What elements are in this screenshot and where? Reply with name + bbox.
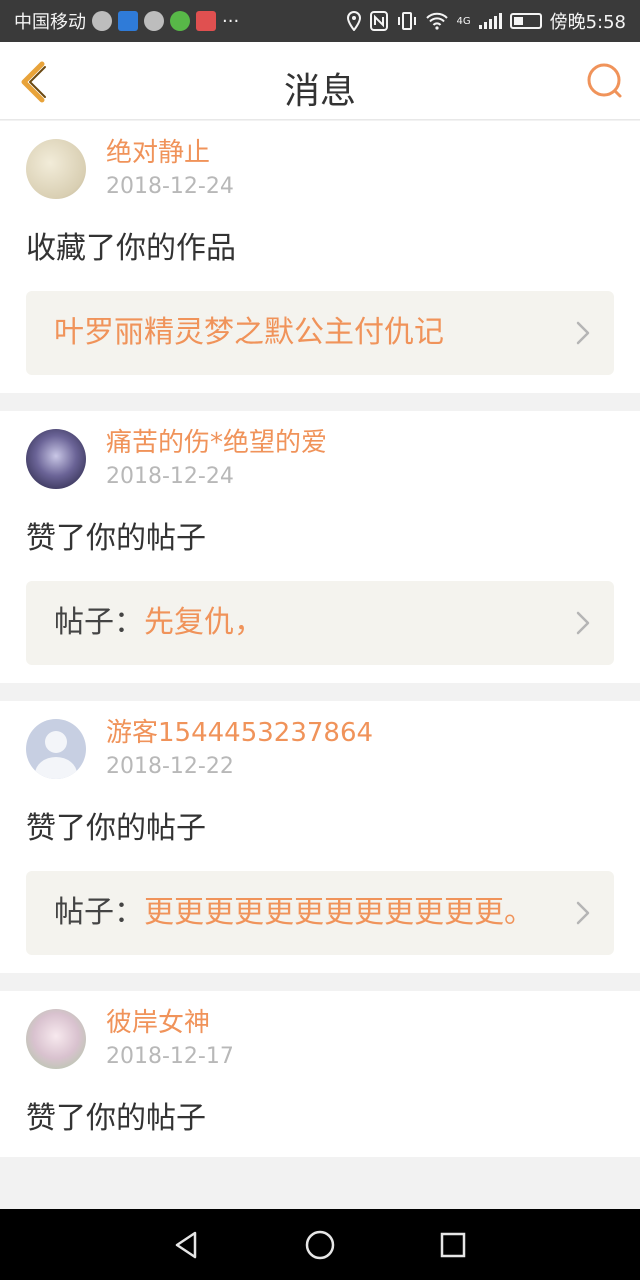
message-header: 游客1544453237864 2018-12-22 bbox=[26, 717, 614, 783]
search-button[interactable] bbox=[586, 62, 626, 102]
user-name[interactable]: 游客1544453237864 bbox=[106, 717, 373, 749]
nfc-icon bbox=[370, 11, 389, 31]
message-action: 赞了你的帖子 bbox=[26, 521, 206, 556]
message-date: 2018-12-24 bbox=[106, 174, 234, 199]
message-date: 2018-12-17 bbox=[106, 1044, 234, 1069]
post-reference-link[interactable]: 帖子：先复仇， bbox=[26, 581, 614, 665]
message-date: 2018-12-22 bbox=[106, 754, 234, 779]
message-card: 游客1544453237864 2018-12-22 赞了你的帖子 帖子：更更更… bbox=[0, 701, 640, 973]
user-name[interactable]: 痛苦的伤*绝望的爱 bbox=[106, 427, 327, 459]
browser-app-icon bbox=[170, 11, 190, 31]
status-bar: 中国移动 ··· 4G 傍晚5:58 bbox=[0, 0, 640, 42]
message-meta: 游客1544453237864 2018-12-22 bbox=[106, 717, 373, 783]
message-action: 赞了你的帖子 bbox=[26, 1101, 206, 1136]
chat-bubble-icon bbox=[144, 11, 164, 31]
chevron-right-icon bbox=[576, 611, 590, 635]
system-navigation-bar bbox=[0, 1209, 640, 1280]
avatar[interactable] bbox=[26, 719, 86, 779]
audio-app-icon bbox=[92, 11, 112, 31]
avatar[interactable] bbox=[26, 139, 86, 199]
user-name[interactable]: 彼岸女神 bbox=[106, 1007, 234, 1039]
message-feed[interactable]: 绝对静止 2018-12-24 收藏了你的作品 叶罗丽精灵梦之默公主付仇记 痛苦… bbox=[0, 121, 640, 1209]
carrier-label: 中国移动 bbox=[14, 12, 86, 33]
chevron-right-icon bbox=[576, 321, 590, 345]
signal-icon bbox=[478, 13, 502, 29]
reference-prefix: 帖子： bbox=[54, 895, 144, 930]
reference-title: 先复仇， bbox=[144, 605, 264, 640]
reference-title: 叶罗丽精灵梦之默公主付仇记 bbox=[54, 315, 444, 350]
message-date: 2018-12-24 bbox=[106, 464, 234, 489]
book-app-icon bbox=[196, 11, 216, 31]
network-type-label: 4G bbox=[456, 15, 471, 27]
search-icon bbox=[587, 63, 622, 98]
message-action: 赞了你的帖子 bbox=[26, 811, 206, 846]
clock-label: 傍晚5:58 bbox=[549, 12, 626, 33]
triangle-back-icon[interactable] bbox=[171, 1229, 203, 1261]
message-action: 收藏了你的作品 bbox=[26, 231, 236, 266]
message-meta: 绝对静止 2018-12-24 bbox=[106, 137, 234, 203]
battery-icon bbox=[509, 13, 542, 29]
post-reference-link[interactable]: 帖子：更更更更更更更更更更更更。 bbox=[26, 871, 614, 955]
reference-title: 更更更更更更更更更更更更。 bbox=[144, 895, 534, 930]
shield-app-icon bbox=[118, 11, 138, 31]
circle-home-icon[interactable] bbox=[304, 1229, 336, 1261]
square-recent-icon[interactable] bbox=[437, 1229, 469, 1261]
user-name[interactable]: 绝对静止 bbox=[106, 137, 234, 169]
vibrate-icon bbox=[398, 12, 417, 30]
message-header: 彼岸女神 2018-12-17 bbox=[26, 1007, 614, 1073]
message-meta: 痛苦的伤*绝望的爱 2018-12-24 bbox=[106, 427, 327, 493]
message-header: 痛苦的伤*绝望的爱 2018-12-24 bbox=[26, 427, 614, 493]
message-card: 绝对静止 2018-12-24 收藏了你的作品 叶罗丽精灵梦之默公主付仇记 bbox=[0, 121, 640, 393]
wifi-icon bbox=[426, 12, 449, 30]
message-card: 彼岸女神 2018-12-17 赞了你的帖子 bbox=[0, 991, 640, 1157]
page-title: 消息 bbox=[283, 71, 356, 112]
message-card: 痛苦的伤*绝望的爱 2018-12-24 赞了你的帖子 帖子：先复仇， bbox=[0, 411, 640, 683]
status-left: 中国移动 ··· bbox=[14, 8, 239, 34]
avatar[interactable] bbox=[26, 429, 86, 489]
more-notifications-icon: ··· bbox=[222, 10, 240, 32]
message-meta: 彼岸女神 2018-12-17 bbox=[106, 1007, 234, 1073]
chevron-right-icon bbox=[576, 901, 590, 925]
nav-bar: 消息 bbox=[0, 42, 640, 120]
message-header: 绝对静止 2018-12-24 bbox=[26, 137, 614, 203]
reference-prefix: 帖子： bbox=[54, 605, 144, 640]
location-icon bbox=[347, 11, 362, 31]
avatar[interactable] bbox=[26, 1009, 86, 1069]
work-reference-link[interactable]: 叶罗丽精灵梦之默公主付仇记 bbox=[26, 291, 614, 375]
status-right: 4G 傍晚5:58 bbox=[346, 8, 626, 34]
